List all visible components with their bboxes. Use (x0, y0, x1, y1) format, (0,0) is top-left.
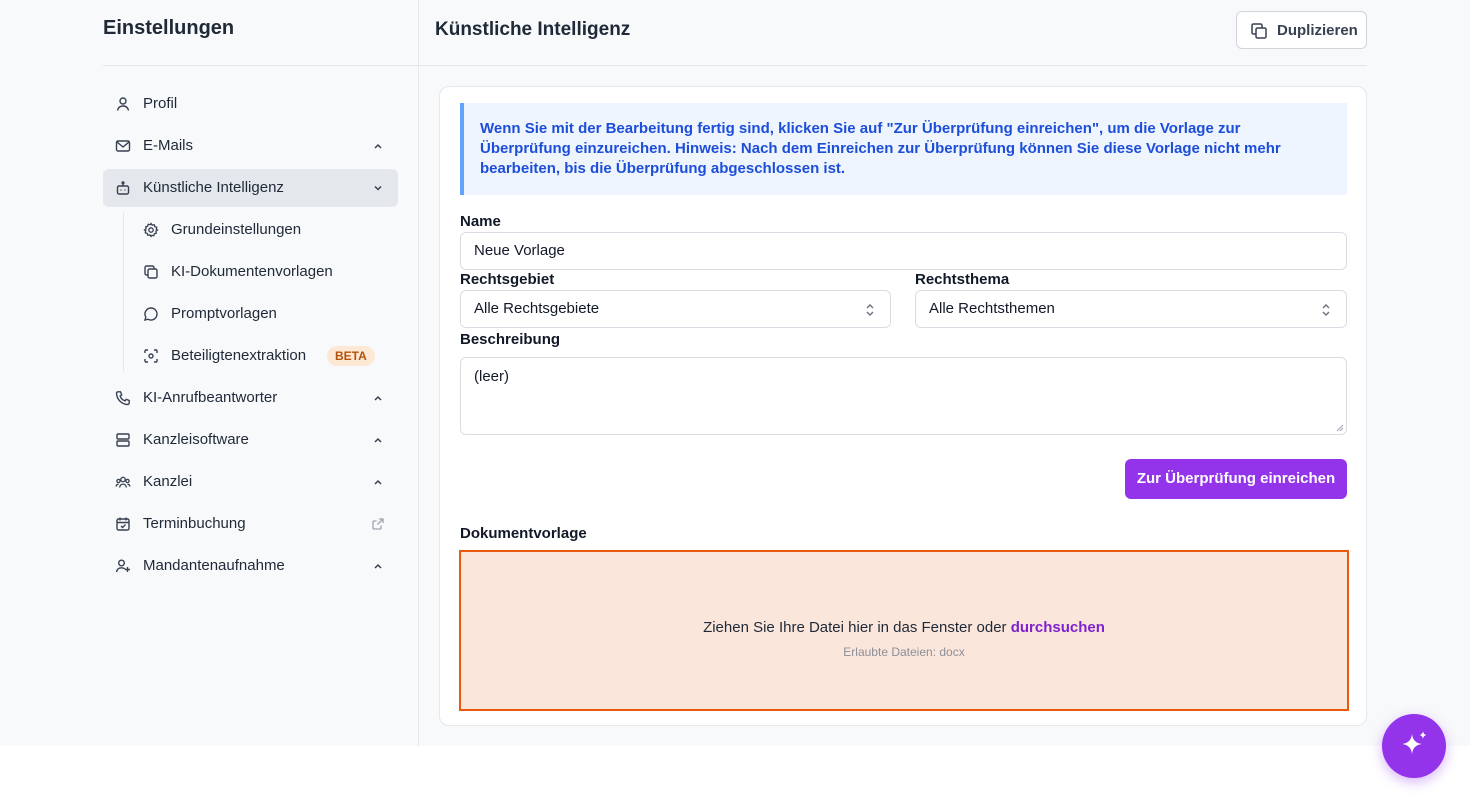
rechtsthema-label: Rechtsthema (915, 271, 1010, 288)
sidebar-item-emails[interactable]: E-Mails (103, 127, 398, 165)
rechtsgebiet-select[interactable]: Alle Rechtsgebiete (460, 290, 891, 328)
review-notice: Wenn Sie mit der Bearbeitung fertig sind… (460, 103, 1347, 195)
name-label: Name (460, 213, 501, 230)
sidebar-item-kanzleisoftware[interactable]: Kanzleisoftware (103, 421, 398, 459)
browse-link[interactable]: durchsuchen (1011, 619, 1105, 636)
dropzone-text: Ziehen Sie Ihre Datei hier in das Fenste… (703, 619, 1105, 636)
chevron-up-icon[interactable] (371, 433, 385, 447)
rechtsthema-select-value: Alle Rechtsthemen (929, 300, 1055, 317)
duplicate-button-label: Duplizieren (1277, 22, 1358, 39)
copy-icon (1251, 23, 1267, 39)
document-template-label: Dokumentvorlage (460, 525, 587, 542)
calendar-icon (116, 517, 130, 531)
name-input-value: Neue Vorlage (474, 242, 565, 259)
sidebar-subitem-label: Promptvorlagen (171, 305, 277, 322)
rechtsgebiet-label: Rechtsgebiet (460, 271, 555, 288)
beta-badge: BETA (327, 346, 375, 366)
sidebar-item-ki-anrufbeantworter[interactable]: KI-Anrufbeantworter (103, 379, 398, 417)
chevron-down-icon[interactable] (371, 181, 385, 195)
sidebar-item-label: Kanzleisoftware (143, 431, 249, 448)
sidebar-title: Einstellungen (103, 17, 235, 39)
sidebar-item-label: Terminbuchung (143, 515, 246, 532)
submenu-guide-line (123, 212, 124, 372)
sidebar-subitem-grundeinstellungen[interactable]: Grundeinstellungen (143, 211, 398, 249)
bot-icon (116, 181, 130, 195)
user-plus-icon (115, 559, 130, 573)
beschreibung-value: (leer) (474, 368, 510, 385)
sidebar-item-terminbuchung[interactable]: Terminbuchung (103, 505, 398, 543)
resize-handle-icon[interactable] (1336, 424, 1344, 432)
settings-sidebar: Einstellungen Profil E-Mails Künstliche … (103, 0, 418, 746)
beschreibung-label: Beschreibung (460, 331, 561, 348)
chevron-updown-icon (1322, 304, 1330, 316)
sidebar-subitem-promptvorlagen[interactable]: Promptvorlagen (143, 295, 398, 333)
user-icon (116, 97, 130, 111)
notice-text: Wenn Sie mit der Bearbeitung fertig sind… (480, 120, 1281, 177)
sidebar-item-profil[interactable]: Profil (103, 85, 398, 123)
sidebar-item-label: Künstliche Intelligenz (143, 179, 284, 196)
sidebar-item-mandantenaufnahme[interactable]: Mandantenaufnahme (103, 547, 398, 585)
header-divider (419, 65, 1367, 66)
mail-icon (115, 140, 131, 152)
ai-assistant-button[interactable] (1382, 714, 1446, 778)
server-icon (116, 433, 130, 447)
sidebar-item-label: KI-Anrufbeantworter (143, 389, 278, 406)
allowed-files-hint: Erlaubte Dateien: docx (843, 645, 965, 659)
sidebar-item-label: Profil (143, 95, 178, 112)
external-link-icon[interactable] (371, 517, 385, 531)
file-dropzone[interactable]: Ziehen Sie Ihre Datei hier in das Fenste… (459, 550, 1349, 711)
sidebar-item-label: Mandantenaufnahme (143, 557, 285, 574)
rechtsgebiet-select-value: Alle Rechtsgebiete (474, 300, 600, 317)
chevron-up-icon[interactable] (371, 559, 385, 573)
template-editor-card: Wenn Sie mit der Bearbeitung fertig sind… (439, 86, 1367, 726)
duplicate-button[interactable]: Duplizieren (1236, 11, 1367, 49)
divider (103, 65, 418, 66)
sidebar-item-kanzlei[interactable]: Kanzlei (103, 463, 398, 501)
beschreibung-textarea[interactable]: (leer) (460, 357, 1347, 435)
copy-icon (144, 265, 158, 279)
page-footer-area (0, 746, 1470, 802)
rechtsthema-select[interactable]: Alle Rechtsthemen (915, 290, 1347, 328)
scan-icon (144, 349, 158, 363)
sidebar-item-kuenstliche-intelligenz[interactable]: Künstliche Intelligenz (103, 169, 398, 207)
gear-icon (143, 222, 159, 238)
chevron-up-icon[interactable] (371, 391, 385, 405)
sidebar-item-label: Kanzlei (143, 473, 193, 490)
sidebar-subitem-label: Grundeinstellungen (171, 221, 302, 238)
vertical-divider (418, 0, 419, 746)
chevron-updown-icon (866, 304, 874, 316)
sidebar-subitem-beteiligtenextraktion[interactable]: Beteiligtenextraktion BETA (143, 337, 398, 375)
phone-icon (115, 391, 130, 406)
sidebar-subitem-ki-dokumentenvorlagen[interactable]: KI-Dokumentenvorlagen (143, 253, 398, 291)
chat-icon (144, 307, 158, 321)
sidebar-item-label: E-Mails (143, 137, 194, 154)
sidebar-subitem-label: Beteiligtenextraktion (171, 347, 307, 364)
chevron-up-icon[interactable] (371, 475, 385, 489)
submit-for-review-button[interactable]: Zur Überprüfung einreichen (1125, 459, 1347, 499)
sparkle-icon (1402, 731, 1427, 754)
name-input[interactable]: Neue Vorlage (460, 232, 1347, 270)
users-icon (115, 476, 131, 488)
chevron-up-icon[interactable] (371, 139, 385, 153)
app-shell: Einstellungen Profil E-Mails Künstliche … (0, 0, 1470, 746)
page-title: Künstliche Intelligenz (435, 19, 631, 40)
sidebar-subitem-label: KI-Dokumentenvorlagen (171, 263, 333, 280)
